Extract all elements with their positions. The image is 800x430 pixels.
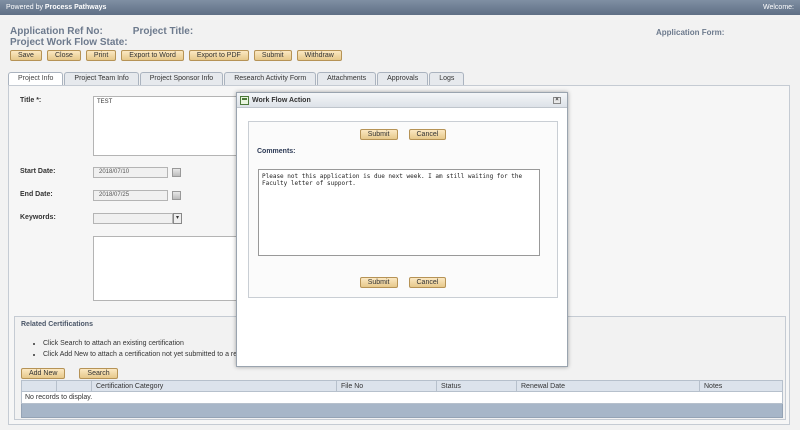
column-header[interactable]: Status bbox=[437, 381, 517, 391]
title-label: Title *: bbox=[20, 97, 42, 104]
column-header[interactable]: Notes bbox=[700, 381, 782, 391]
end-date-input[interactable]: 2018/07/25 bbox=[93, 190, 168, 201]
end-date-label: End Date: bbox=[20, 191, 53, 198]
brand: Powered by Process Pathways bbox=[6, 4, 107, 11]
dialog-submit-button[interactable]: Submit bbox=[359, 277, 398, 288]
tab-research-activity-form[interactable]: Research Activity Form bbox=[224, 72, 317, 85]
certifications-grid: Certification Category File No Status Re… bbox=[21, 380, 783, 418]
column-header[interactable]: File No bbox=[337, 381, 437, 391]
comments-textarea[interactable]: Please not this application is due next … bbox=[258, 169, 540, 256]
app-ref-label: Application Ref No: bbox=[10, 26, 103, 37]
export-word-button[interactable]: Export to Word bbox=[121, 50, 184, 61]
title-input[interactable]: TEST bbox=[93, 96, 243, 156]
dialog-title: Work Flow Action bbox=[252, 97, 311, 104]
project-title-label: Project Title: bbox=[132, 26, 194, 37]
dialog-title-bar: Work Flow Action × bbox=[237, 93, 567, 108]
export-pdf-button[interactable]: Export to PDF bbox=[188, 50, 249, 61]
tab-logs[interactable]: Logs bbox=[429, 72, 465, 85]
top-button-row: Submit Cancel bbox=[249, 129, 557, 140]
close-button[interactable]: Close bbox=[46, 50, 81, 61]
list-item: Click Search to attach an existing certi… bbox=[43, 338, 242, 349]
empty-row: No records to display. bbox=[21, 392, 783, 404]
tab-approvals[interactable]: Approvals bbox=[377, 72, 429, 85]
tab-project-team-info[interactable]: Project Team Info bbox=[64, 72, 139, 85]
grid-header: Certification Category File No Status Re… bbox=[21, 380, 783, 392]
start-date-input[interactable]: 2018/07/10 bbox=[93, 167, 168, 178]
tab-attachments[interactable]: Attachments bbox=[317, 72, 377, 85]
submit-button[interactable]: Submit bbox=[253, 50, 292, 61]
calendar-icon[interactable] bbox=[172, 168, 181, 177]
description-input[interactable] bbox=[93, 236, 243, 301]
dialog-cancel-button[interactable]: Cancel bbox=[408, 277, 447, 288]
column-header bbox=[57, 381, 92, 391]
section-title: Related Certifications bbox=[21, 321, 93, 328]
comments-label: Comments: bbox=[257, 148, 296, 155]
toolbar: Save Close Print Export to Word Export t… bbox=[10, 50, 342, 61]
save-button[interactable]: Save bbox=[10, 50, 42, 61]
column-header[interactable]: Certification Category bbox=[92, 381, 337, 391]
top-bar: Powered by Process Pathways Welcome: bbox=[0, 0, 800, 15]
calendar-icon[interactable] bbox=[172, 191, 181, 200]
bottom-button-row: Submit Cancel bbox=[249, 277, 557, 288]
application-header: Application Ref No: Project Title: Projec… bbox=[10, 26, 223, 48]
search-button[interactable]: Search bbox=[79, 368, 118, 379]
cert-buttons: Add New Search bbox=[21, 368, 118, 379]
dialog-submit-button[interactable]: Submit bbox=[359, 129, 398, 140]
list-item: Click Add New to attach a certification … bbox=[43, 349, 242, 360]
chevron-down-icon[interactable]: ▾ bbox=[173, 213, 182, 224]
welcome-text: Welcome: bbox=[763, 4, 794, 11]
workflow-state-label: Project Work Flow State: bbox=[10, 37, 128, 48]
column-header bbox=[22, 381, 57, 391]
keywords-label: Keywords: bbox=[20, 214, 56, 221]
column-header[interactable]: Renewal Date bbox=[517, 381, 700, 391]
start-date-label: Start Date: bbox=[20, 168, 56, 175]
application-form-label: Application Form: bbox=[656, 28, 725, 37]
tab-project-sponsor-info[interactable]: Project Sponsor Info bbox=[139, 72, 224, 85]
instructions-list: Click Search to attach an existing certi… bbox=[43, 338, 242, 360]
print-button[interactable]: Print bbox=[85, 50, 117, 61]
dialog-cancel-button[interactable]: Cancel bbox=[408, 129, 447, 140]
tab-bar: Project Info Project Team Info Project S… bbox=[8, 72, 465, 85]
withdraw-button[interactable]: Withdraw bbox=[296, 50, 342, 61]
grid-footer bbox=[21, 404, 783, 418]
add-new-button[interactable]: Add New bbox=[21, 368, 66, 379]
window-icon bbox=[240, 96, 249, 105]
tab-project-info[interactable]: Project Info bbox=[8, 72, 64, 85]
work-flow-action-dialog: Work Flow Action × Submit Cancel Comment… bbox=[236, 92, 568, 367]
keywords-select[interactable] bbox=[93, 213, 173, 224]
close-icon[interactable]: × bbox=[553, 97, 561, 104]
dialog-body: Submit Cancel Comments: Please not this … bbox=[248, 121, 558, 298]
